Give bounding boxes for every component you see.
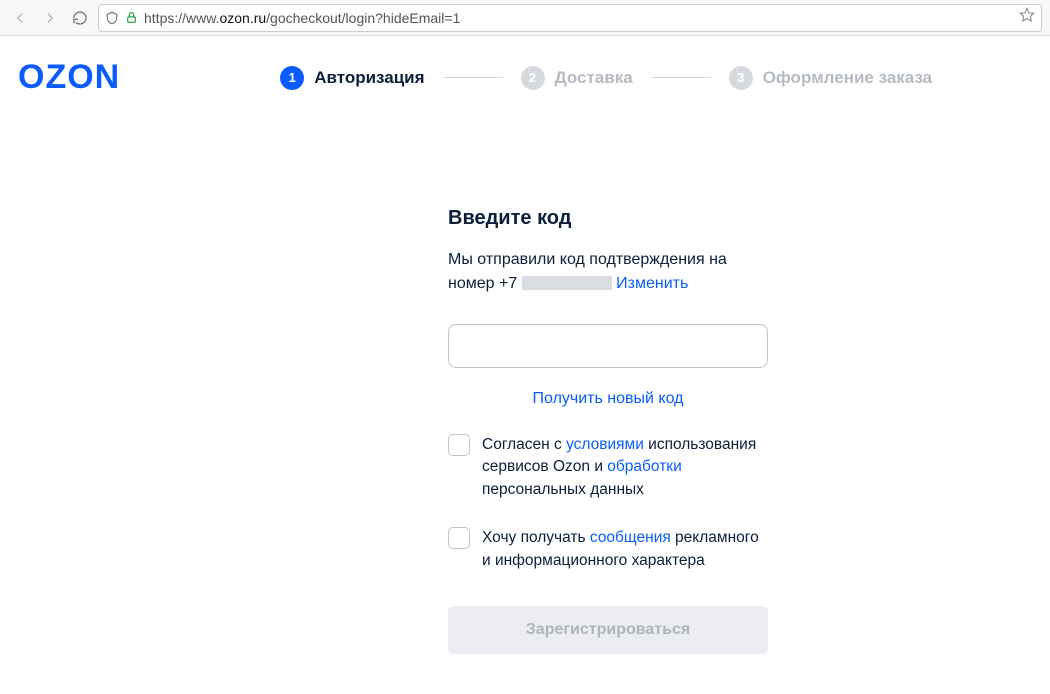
- step-separator: [651, 77, 711, 78]
- step-number: 2: [521, 66, 545, 90]
- checkout-header: OZON 1 Авторизация 2 Доставка 3 Оформлен…: [18, 58, 1032, 97]
- agree-checkbox[interactable]: [448, 434, 470, 456]
- step-number: 1: [280, 66, 304, 90]
- register-button[interactable]: Зарегистрироваться: [448, 606, 768, 654]
- agree-text: Согласен с условиями использования серви…: [482, 434, 768, 501]
- messages-link[interactable]: сообщения: [590, 529, 671, 546]
- step-separator: [443, 77, 503, 78]
- shield-icon: [105, 11, 119, 25]
- step-order: 3 Оформление заказа: [729, 66, 932, 90]
- terms-link[interactable]: условиями: [566, 436, 644, 453]
- step-label: Оформление заказа: [763, 68, 932, 88]
- url-text: https://www.ozon.ru/gocheckout/login?hid…: [144, 10, 1013, 26]
- auth-form: Введите код Мы отправили код подтвержден…: [448, 207, 788, 654]
- processing-link[interactable]: обработки: [607, 458, 681, 475]
- reload-button[interactable]: [68, 6, 92, 30]
- step-label: Доставка: [555, 68, 633, 88]
- form-description: Мы отправили код подтверждения на номер …: [448, 248, 788, 296]
- back-button[interactable]: [8, 6, 32, 30]
- step-auth: 1 Авторизация: [280, 66, 424, 90]
- step-number: 3: [729, 66, 753, 90]
- step-delivery: 2 Доставка: [521, 66, 633, 90]
- lock-icon: [125, 11, 138, 24]
- promo-checkbox[interactable]: [448, 527, 470, 549]
- step-label: Авторизация: [314, 68, 424, 88]
- phone-redacted: [522, 276, 612, 290]
- ozon-logo[interactable]: OZON: [18, 58, 120, 97]
- resend-code-link[interactable]: Получить новый код: [448, 390, 768, 408]
- form-heading: Введите код: [448, 207, 788, 230]
- checkout-steps: 1 Авторизация 2 Доставка 3 Оформление за…: [280, 66, 932, 90]
- browser-chrome: https://www.ozon.ru/gocheckout/login?hid…: [0, 0, 1050, 36]
- address-bar[interactable]: https://www.ozon.ru/gocheckout/login?hid…: [98, 4, 1042, 32]
- forward-button[interactable]: [38, 6, 62, 30]
- change-number-link[interactable]: Изменить: [616, 275, 688, 292]
- code-input[interactable]: [448, 324, 768, 368]
- promo-text: Хочу получать сообщения рекламного и инф…: [482, 527, 768, 572]
- bookmark-star-icon[interactable]: [1019, 7, 1035, 28]
